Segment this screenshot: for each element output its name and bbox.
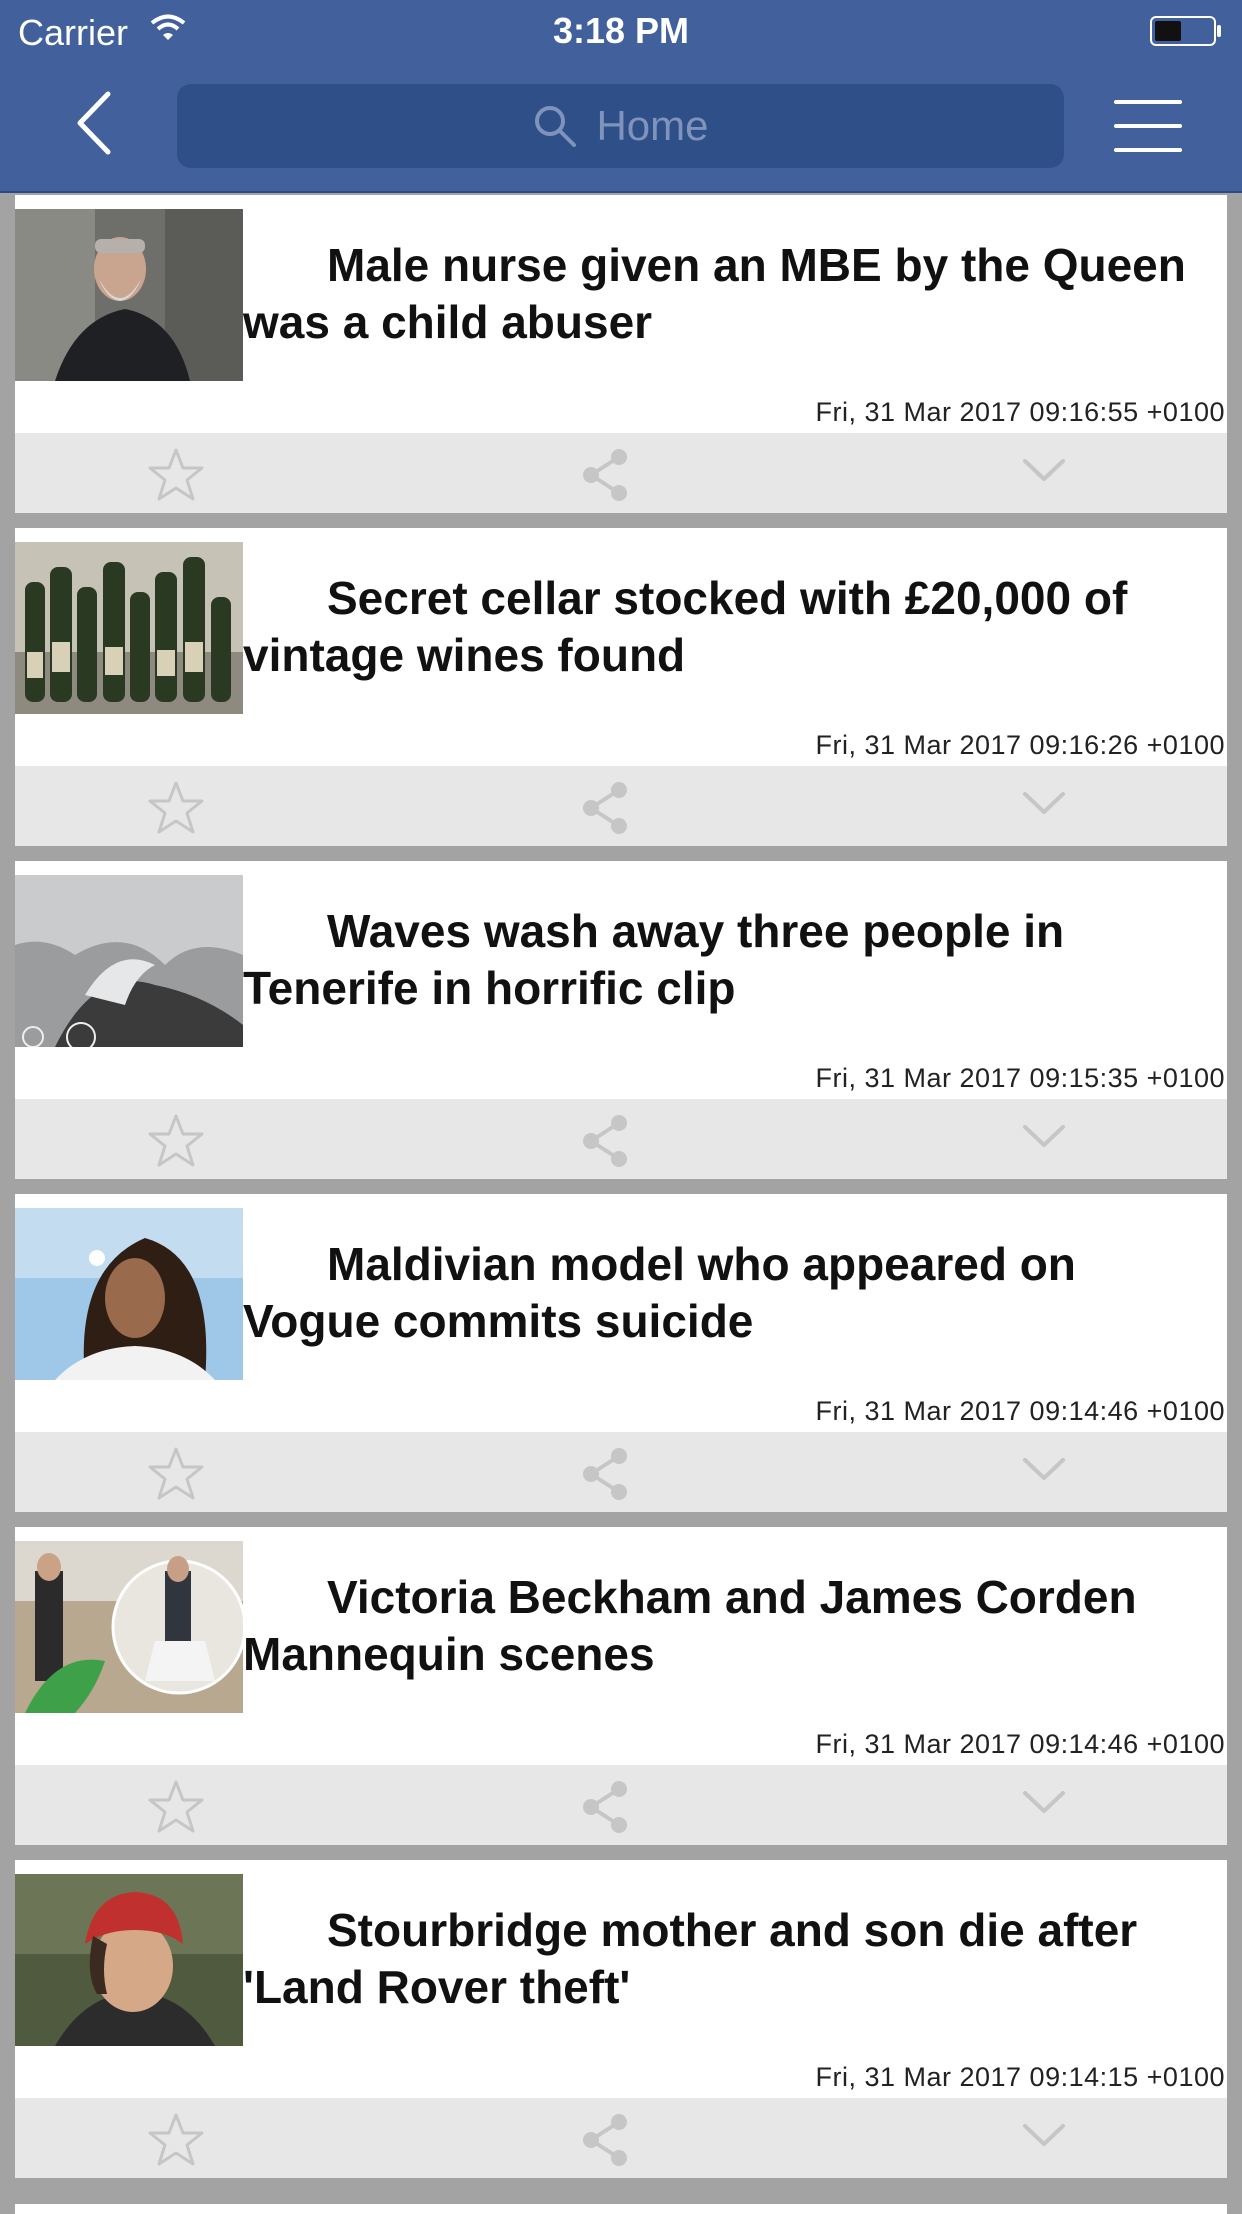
article-actions (15, 433, 1227, 513)
article-actions (15, 1432, 1227, 1512)
article-headline[interactable]: Male nurse given an MBE by the Queen was… (243, 237, 1225, 351)
navigation-bar: Home (0, 60, 1242, 193)
article-thumbnail[interactable] (15, 1874, 243, 2046)
article-headline[interactable]: Secret cellar stocked with £20,000 of vi… (243, 570, 1225, 684)
article-actions (15, 1099, 1227, 1179)
share-icon[interactable] (577, 1779, 633, 1835)
news-card[interactable]: Stourbridge mother and son die after 'La… (15, 1860, 1227, 2178)
article-timestamp: Fri, 31 Mar 2017 09:14:15 +0100 (815, 2062, 1225, 2092)
crashing-waves-image (15, 875, 243, 1047)
model-portrait-image (15, 1208, 243, 1380)
article-timestamp: Fri, 31 Mar 2017 09:14:46 +0100 (815, 1729, 1225, 1759)
back-button[interactable] (66, 90, 126, 156)
chevron-down-icon[interactable] (1021, 1121, 1067, 1151)
share-icon[interactable] (577, 1446, 633, 1502)
mannequin-scenes-image (15, 1541, 243, 1713)
article-thumbnail[interactable] (15, 209, 243, 381)
article-actions (15, 766, 1227, 846)
news-card[interactable]: Maldivian model who appeared on Vogue co… (15, 1194, 1227, 1512)
chevron-down-icon[interactable] (1021, 455, 1067, 485)
share-icon[interactable] (577, 780, 633, 836)
article-timestamp: Fri, 31 Mar 2017 09:16:55 +0100 (815, 397, 1225, 427)
status-bar: Carrier 3:18 PM (0, 0, 1242, 60)
search-placeholder: Home (596, 102, 709, 149)
article-actions (15, 2098, 1227, 2178)
article-headline[interactable]: Stourbridge mother and son die after 'La… (243, 1902, 1225, 2016)
star-icon[interactable] (146, 780, 206, 836)
menu-button[interactable] (1114, 98, 1182, 154)
article-thumbnail[interactable] (15, 1541, 243, 1713)
next-news-card[interactable] (15, 2204, 1227, 2214)
woman-in-helmet-image (15, 1874, 243, 2046)
star-icon[interactable] (146, 2112, 206, 2168)
article-timestamp: Fri, 31 Mar 2017 09:16:26 +0100 (815, 730, 1225, 760)
chevron-down-icon[interactable] (1021, 1787, 1067, 1817)
article-timestamp: Fri, 31 Mar 2017 09:14:46 +0100 (815, 1396, 1225, 1426)
article-thumbnail[interactable] (15, 875, 243, 1047)
older-man-portrait-image (15, 209, 243, 381)
clock: 3:18 PM (552, 10, 690, 51)
star-icon[interactable] (146, 1113, 206, 1169)
article-headline[interactable]: Maldivian model who appeared on Vogue co… (243, 1236, 1225, 1350)
chevron-left-icon (77, 91, 111, 155)
article-timestamp: Fri, 31 Mar 2017 09:15:35 +0100 (815, 1063, 1225, 1093)
article-thumbnail[interactable] (15, 1208, 243, 1380)
battery-icon (1150, 16, 1222, 51)
chevron-down-icon[interactable] (1021, 1454, 1067, 1484)
news-card[interactable]: Waves wash away three people in Tenerife… (15, 861, 1227, 1179)
news-card[interactable]: Secret cellar stocked with £20,000 of vi… (15, 528, 1227, 846)
chevron-down-icon[interactable] (1021, 788, 1067, 818)
share-icon[interactable] (577, 447, 633, 503)
share-icon[interactable] (577, 1113, 633, 1169)
chevron-down-icon[interactable] (1021, 2120, 1067, 2150)
star-icon[interactable] (146, 1446, 206, 1502)
news-card[interactable]: Victoria Beckham and James Corden Manneq… (15, 1527, 1227, 1845)
article-thumbnail[interactable] (15, 542, 243, 714)
article-headline[interactable]: Victoria Beckham and James Corden Manneq… (243, 1569, 1225, 1683)
article-headline[interactable]: Waves wash away three people in Tenerife… (243, 903, 1225, 1017)
wine-bottles-image (15, 542, 243, 714)
hamburger-menu-icon (1114, 100, 1182, 104)
star-icon[interactable] (146, 1779, 206, 1835)
search-icon (535, 106, 577, 147)
article-actions (15, 1765, 1227, 1845)
news-card[interactable]: Male nurse given an MBE by the Queen was… (15, 195, 1227, 513)
share-icon[interactable] (577, 2112, 633, 2168)
star-icon[interactable] (146, 447, 206, 503)
search-input[interactable]: Home (177, 84, 1064, 168)
